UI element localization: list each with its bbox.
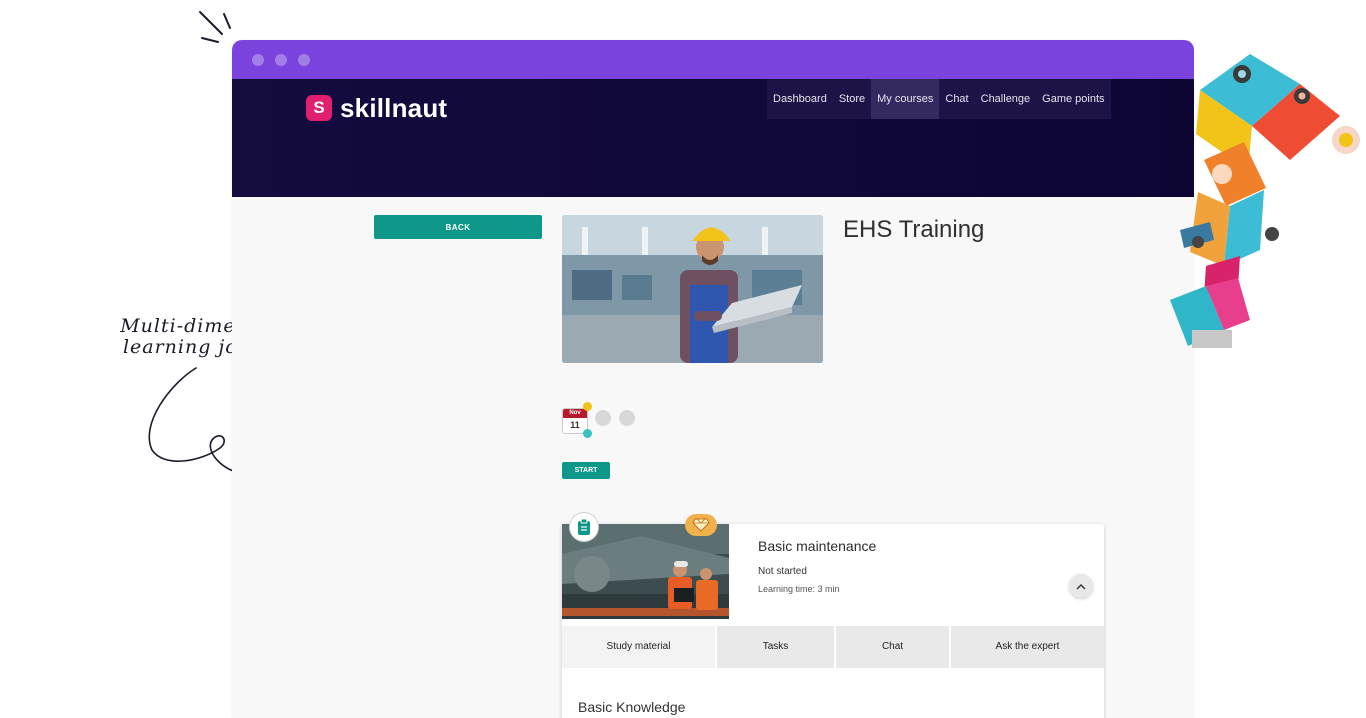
worker-laptop-illustration	[562, 215, 823, 363]
browser-window: S skillnaut Dashboard Store My courses C…	[232, 40, 1194, 718]
nav-item-challenge[interactable]: Challenge	[975, 79, 1037, 119]
module-tabs: Study material Tasks Chat Ask the expert	[562, 626, 1104, 668]
nav-item-my-courses[interactable]: My courses	[871, 79, 940, 119]
nav-item-chat[interactable]: Chat	[939, 79, 974, 119]
logo-badge-icon: S	[306, 95, 332, 121]
logo-text: skillnaut	[340, 92, 448, 123]
main-nav: Dashboard Store My courses Chat Challeng…	[767, 79, 1111, 119]
module-learning-time: Learning time: 3 min	[758, 584, 840, 594]
nav-item-dashboard[interactable]: Dashboard	[767, 79, 833, 119]
gem-icon	[685, 514, 717, 536]
brand-logo[interactable]: S skillnaut	[306, 93, 447, 123]
course-title: EHS Training	[843, 216, 985, 243]
nav-item-game-points[interactable]: Game points	[1036, 79, 1110, 119]
window-dot-close[interactable]	[252, 54, 264, 66]
course-image	[562, 215, 823, 363]
nav-item-store[interactable]: Store	[833, 79, 871, 119]
header-banner: S skillnaut Dashboard Store My courses C…	[232, 79, 1194, 197]
collapse-button[interactable]	[1069, 574, 1093, 598]
back-button[interactable]: BACK	[374, 215, 542, 239]
tab-tasks[interactable]: Tasks	[717, 626, 836, 668]
tab-chat[interactable]: Chat	[836, 626, 951, 668]
robot-mascot-icon	[1170, 54, 1360, 348]
start-button[interactable]: START	[562, 462, 610, 479]
section-title: Basic Knowledge	[578, 699, 686, 715]
module-status: Not started	[758, 566, 807, 577]
tab-ask-the-expert[interactable]: Ask the expert	[951, 626, 1104, 668]
step-marker-yellow	[583, 402, 592, 411]
step-marker-teal	[583, 429, 592, 438]
module-card: Basic maintenance Not started Learning t…	[562, 512, 1104, 718]
clipboard-icon	[569, 512, 599, 542]
window-titlebar	[232, 40, 1194, 79]
tab-study-material[interactable]: Study material	[562, 626, 717, 668]
window-dot-maximize[interactable]	[298, 54, 310, 66]
window-dot-minimize[interactable]	[275, 54, 287, 66]
module-title: Basic maintenance	[758, 538, 877, 554]
calendar-month: Nov	[563, 409, 587, 418]
journey-step-3[interactable]	[619, 410, 635, 426]
journey-step-2[interactable]	[595, 410, 611, 426]
chevron-up-icon	[1076, 583, 1086, 589]
